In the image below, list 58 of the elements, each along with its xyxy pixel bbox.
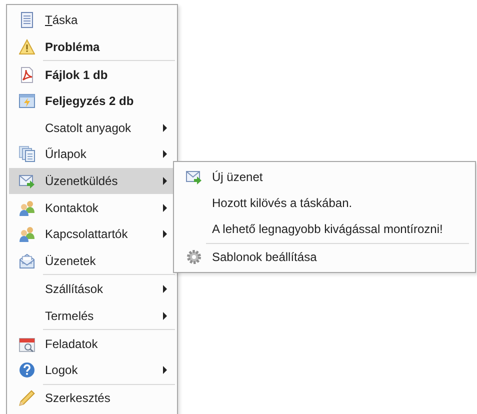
people-icon <box>19 200 35 216</box>
submenu-arrow-icon <box>163 204 167 212</box>
gear-icon <box>186 249 202 265</box>
menu-item[interactable]: Probléma <box>9 34 175 60</box>
menu-item-label: Üzenetküldés <box>45 174 119 188</box>
calendar-icon <box>19 336 35 352</box>
menu-item[interactable]: Sablonok beállítása <box>176 244 473 270</box>
menu-item-label: Szerkesztés <box>45 391 112 406</box>
menu-item-label: Feljegyzés 2 db <box>45 94 135 108</box>
menu-item[interactable]: Űrlapok <box>9 141 175 168</box>
menu-item-label: Termelés <box>45 308 95 323</box>
menu-item-label: Fájlok 1 db <box>45 68 109 82</box>
submenu-arrow-icon <box>163 312 167 320</box>
menu-item-label: Szállítások <box>45 282 104 296</box>
document-icon <box>19 12 35 28</box>
submenu-arrow-icon <box>163 366 167 374</box>
menu-item-label: Kontaktok <box>45 200 100 215</box>
menu-item[interactable]: Új üzenet <box>176 164 473 190</box>
pdf-icon <box>19 66 35 83</box>
menu-item[interactable]: Üzenetküldés <box>9 168 175 194</box>
menu-item-label: Sablonok beállítása <box>212 250 318 264</box>
menu-item[interactable]: Termelés <box>9 302 175 329</box>
menu-item[interactable]: Táska <box>9 7 175 33</box>
menu-item-label: Táska <box>45 13 79 27</box>
pencil-icon <box>19 390 35 406</box>
submenu-arrow-icon <box>163 230 167 238</box>
menu-item-label: Logok <box>45 363 79 378</box>
menu-item[interactable]: Szerkesztés <box>9 385 175 412</box>
menu-item-label: A lehető legnagyobb kivágással montírozni! <box>212 222 444 236</box>
menu-item-label: Hozott kilövés a táskában. <box>212 196 354 210</box>
menu-item[interactable]: Kapcsolattartók <box>9 221 175 248</box>
menu-item[interactable]: Szállítások <box>9 276 175 302</box>
menu-item[interactable]: Kontaktok <box>9 194 175 221</box>
submenu-arrow-icon <box>163 150 167 158</box>
menu-item-label: Üzenetek <box>45 254 97 268</box>
menu-item-label: Probléma <box>45 40 101 54</box>
menu-item[interactable]: Üzenetek <box>9 248 175 274</box>
menu-item[interactable]: Hozott kilövés a táskában. <box>176 190 473 216</box>
people-icon <box>19 226 35 242</box>
menu-item[interactable]: Csatolt anyagok <box>9 114 175 141</box>
envelope-icon <box>19 252 35 269</box>
submenu-arrow-icon <box>163 124 167 132</box>
menu-item-label: Űrlapok <box>45 147 88 162</box>
menu-item[interactable]: Logok <box>9 357 175 384</box>
menu-item[interactable]: Feladatok <box>9 330 175 357</box>
menu-item-label: Csatolt anyagok <box>45 120 132 135</box>
submenu-arrow-icon <box>163 177 167 186</box>
menu-item[interactable]: Fájlok 1 db <box>9 62 175 88</box>
warning-icon <box>19 38 35 55</box>
menu-item-label: Új üzenet <box>212 170 264 184</box>
menu-item[interactable]: Feljegyzés 2 db <box>9 88 175 114</box>
help-icon <box>19 362 35 378</box>
menu-item-label: Kapcsolattartók <box>45 227 129 242</box>
menu-item-label: Feladatok <box>45 336 99 351</box>
forms-icon <box>19 146 35 162</box>
submenu-arrow-icon <box>163 284 167 293</box>
note-icon <box>19 93 35 110</box>
menu-item[interactable]: A lehető legnagyobb kivágással montírozni! <box>176 216 473 242</box>
